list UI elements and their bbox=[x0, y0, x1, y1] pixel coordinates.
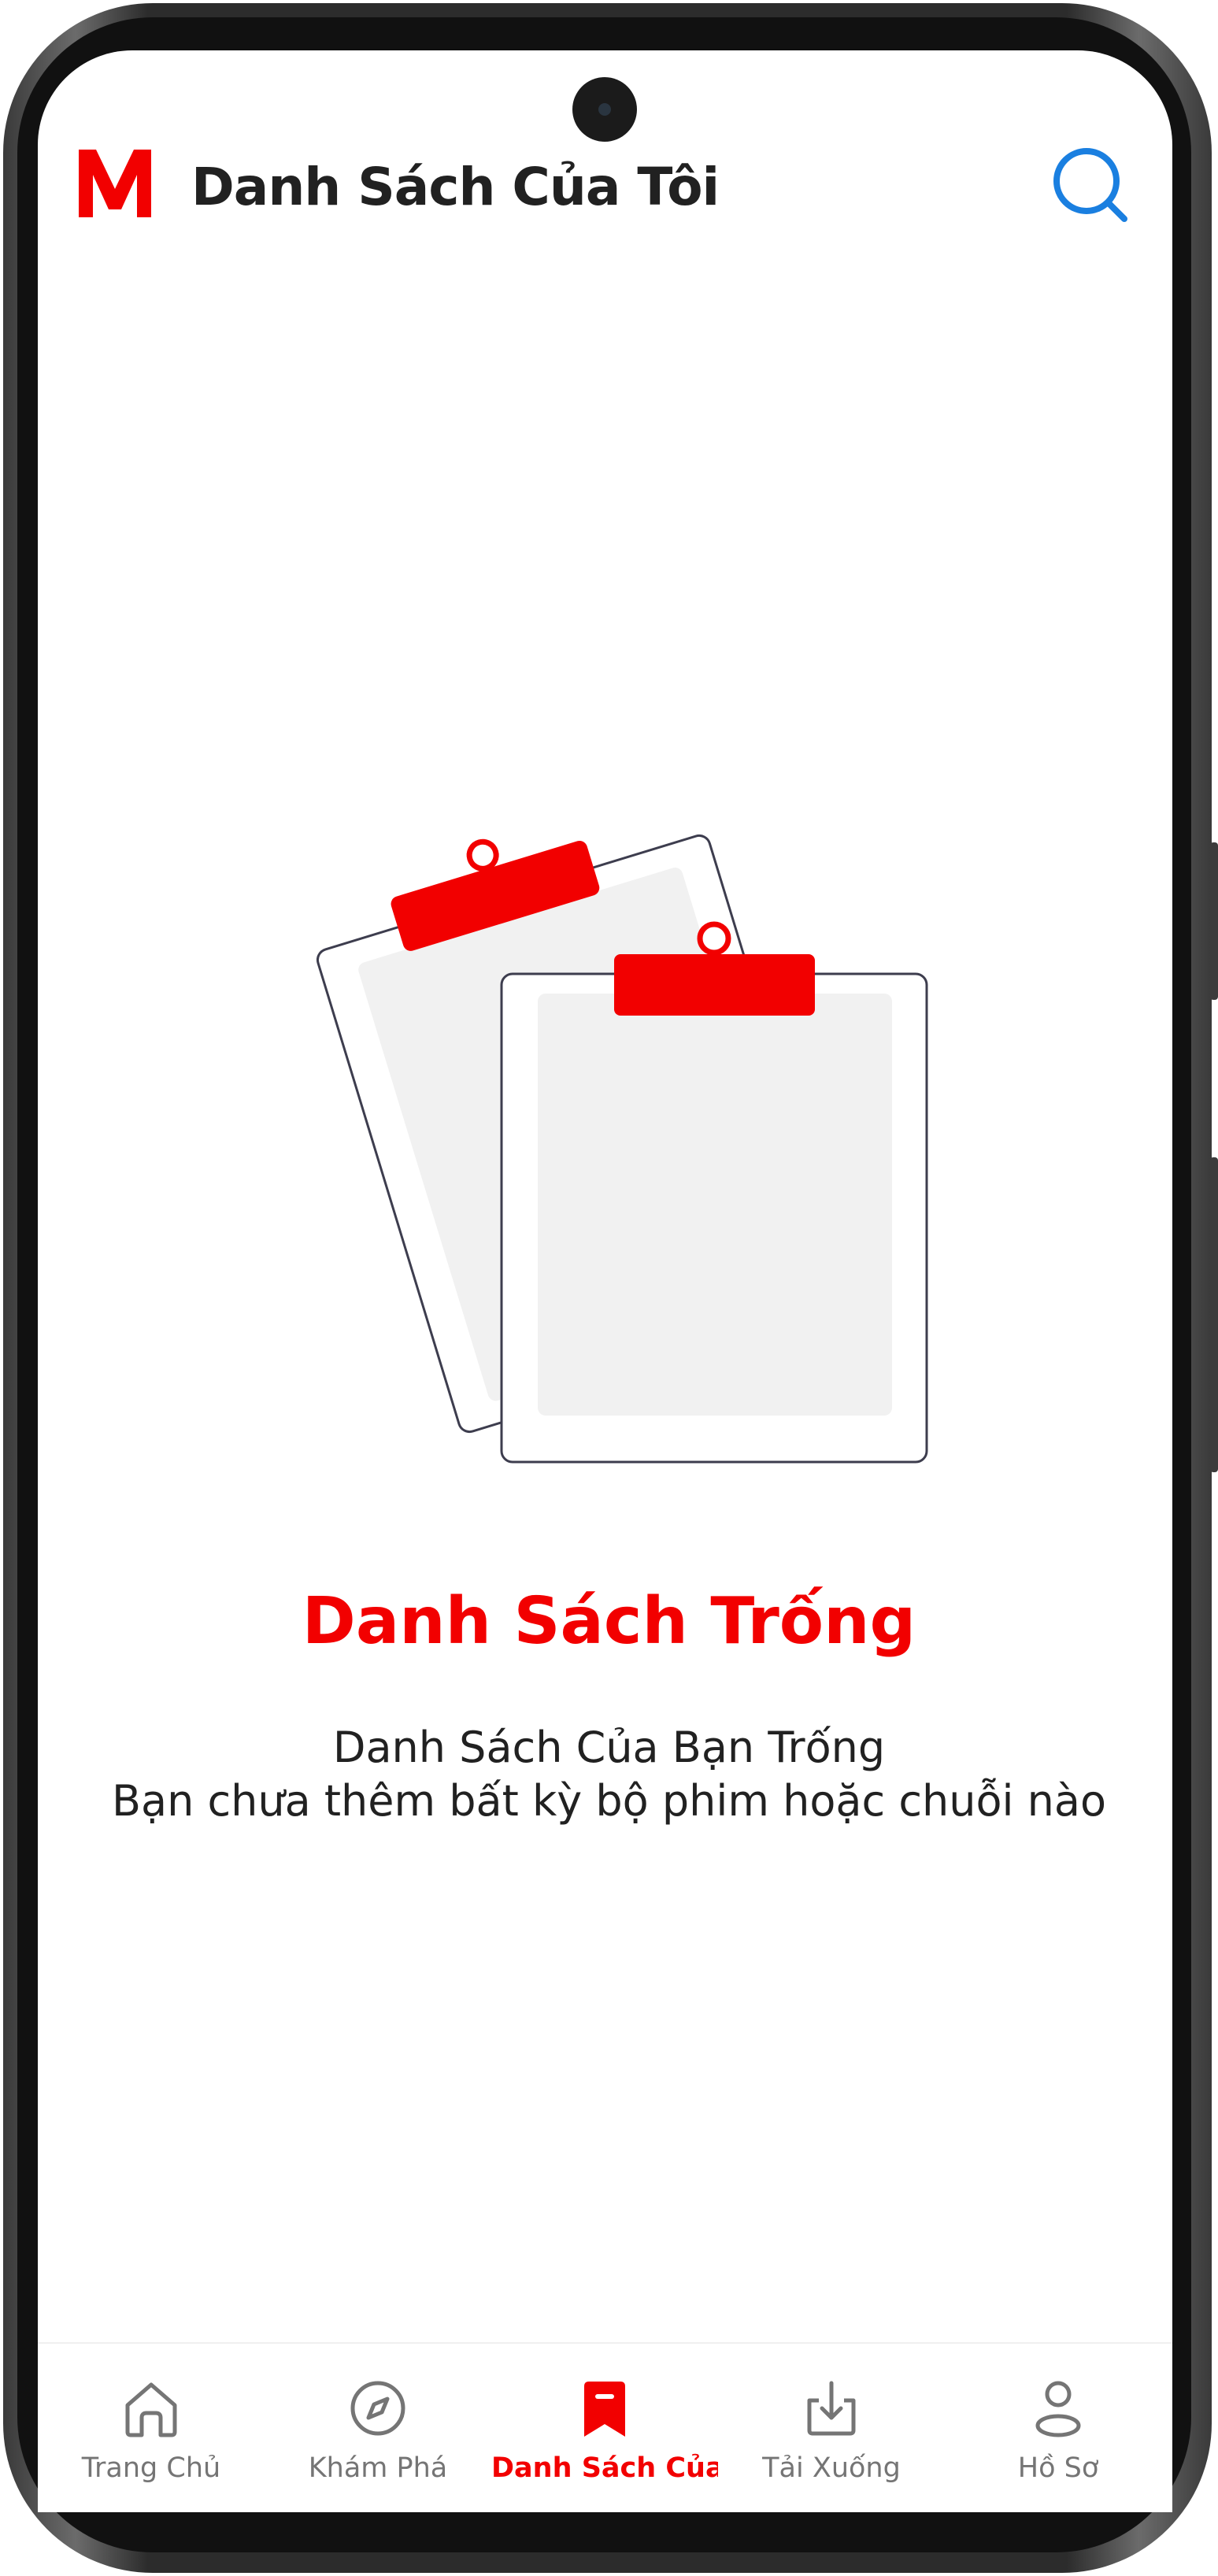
bookmark-icon bbox=[584, 2382, 625, 2437]
nav-label-explore: Khám Phá bbox=[308, 2452, 448, 2484]
front-clipboard bbox=[500, 921, 928, 1464]
nav-label-profile: Hồ Sơ bbox=[1017, 2452, 1099, 2484]
volume-button bbox=[1210, 842, 1218, 1000]
front-camera bbox=[572, 77, 637, 142]
nav-label-my-list: Danh Sách Của ... bbox=[491, 2452, 718, 2484]
nav-item-explore[interactable]: Khám Phá bbox=[265, 2344, 491, 2512]
empty-state-title: Danh Sách Trống bbox=[302, 1584, 916, 1659]
nav-item-my-list[interactable]: Danh Sách Của ... bbox=[491, 2344, 718, 2512]
phone-device: Danh Sách Của Tôi Danh Sách Trống Danh S… bbox=[0, 0, 1218, 2576]
nav-label-downloads: Tải Xuống bbox=[762, 2452, 901, 2484]
nav-item-home[interactable]: Trang Chủ bbox=[38, 2344, 265, 2512]
power-button bbox=[1210, 1157, 1218, 1472]
nav-item-downloads[interactable]: Tải Xuống bbox=[718, 2344, 945, 2512]
bottom-navigation: Trang Chủ Khám Phá Danh Sách Của ... Tải… bbox=[38, 2342, 1172, 2512]
profile-icon bbox=[1035, 2381, 1081, 2437]
nav-label-home: Trang Chủ bbox=[81, 2452, 221, 2484]
empty-state-line-1: Danh Sách Của Bạn Trống bbox=[332, 1723, 886, 1772]
nav-item-profile[interactable]: Hồ Sơ bbox=[945, 2344, 1172, 2512]
download-icon bbox=[807, 2381, 856, 2436]
search-icon bbox=[1053, 148, 1127, 222]
app-logo-icon bbox=[79, 150, 151, 217]
empty-clipboards-illustration bbox=[316, 834, 928, 1464]
home-icon bbox=[125, 2382, 177, 2437]
page-title: Danh Sách Của Tôi bbox=[191, 157, 720, 217]
search-button[interactable] bbox=[1047, 142, 1134, 228]
empty-state-line-2: Bạn chưa thêm bất kỳ bộ phim hoặc chuỗi … bbox=[111, 1776, 1107, 1826]
compass-icon bbox=[350, 2381, 405, 2436]
